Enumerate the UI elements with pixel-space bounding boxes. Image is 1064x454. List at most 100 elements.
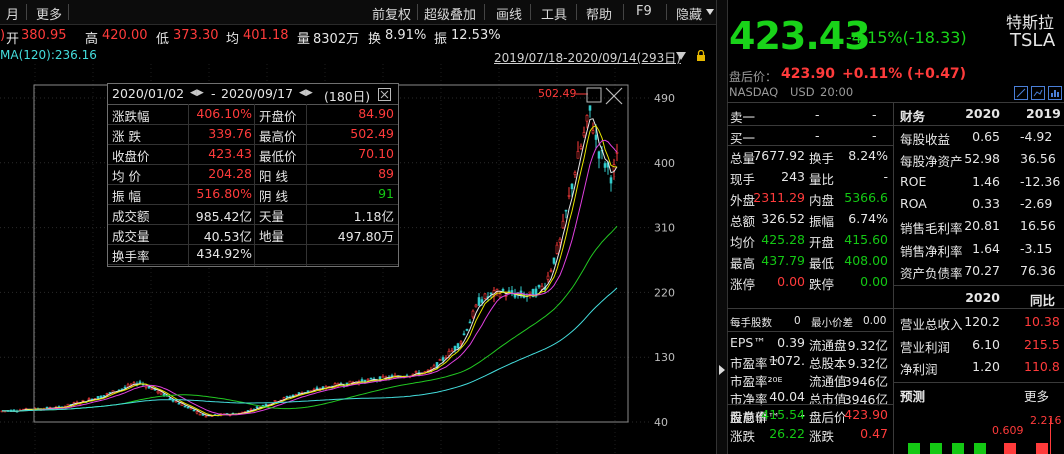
finance-label: 每股净资产 [900,154,963,170]
finance2-label: 净利润 [900,362,938,377]
dropdown-arrow-icon[interactable] [676,52,686,60]
fund-label: 市盈率²⁰ᴱ [730,374,783,389]
y-tick-label: 310 [654,222,675,235]
stat-label: 换手 [809,151,835,166]
popup-label: 最低价 [259,149,297,164]
menu-help[interactable]: 帮助 [586,4,612,23]
divider [727,145,893,146]
turnover-value: 8.91% [385,28,427,43]
lock-icon[interactable] [695,50,707,62]
low-label: 低 [156,32,170,47]
maximize-icon[interactable] [586,87,602,103]
candle-body [87,398,91,401]
candle-body [96,396,100,399]
menu-overlay[interactable]: 超级叠加 [424,4,476,23]
menu-hide[interactable]: 隐藏 [676,4,702,23]
turnover-label: 换 [368,32,382,47]
candle-body [159,391,163,395]
fund-label: 流通值 [809,374,847,389]
finance2-label: 营业利润 [900,339,951,355]
candle-body [249,408,253,411]
buy-one-volume: - [872,128,877,143]
stat-value: 408.00 [844,253,888,268]
prepost-value: 0.47 [860,426,888,441]
popup-label: 天量 [259,209,285,224]
chart-icon[interactable] [1048,86,1062,100]
candle-body [588,105,592,111]
finance-label: 销售净利率 [900,243,963,259]
candle-body [453,345,457,351]
candle-body [468,321,472,324]
stat-label: 振幅 [809,214,835,229]
close-icon[interactable] [605,87,623,105]
finance-label: 每股收益 [900,132,951,147]
ma120-label: MA(120):236.16 [0,48,97,62]
prepost-label: 盘后价 [809,410,847,425]
divider [188,104,189,266]
after-hours-price: 423.90 [781,66,836,82]
candle-body [480,299,484,303]
date-to-stepper-icon[interactable]: ◀▶ [299,88,313,98]
candle-body [489,292,493,295]
candle-body [390,375,394,377]
popup-value: 985.42亿 [195,209,252,224]
candle-body [369,377,373,380]
candle-body [477,297,481,306]
edit-icon[interactable] [1014,86,1028,100]
candle-body [138,381,142,384]
prepost-label: 涨跌 [730,429,756,444]
y-tick-label: 130 [654,351,675,364]
price-change: -4.15%(-18.33) [846,28,967,47]
finance-value-2019: -4.92 [1020,129,1053,144]
chevron-down-icon[interactable] [706,9,714,15]
collapse-arrow-icon[interactable] [718,365,726,375]
candle-body [168,397,172,400]
candle-body [498,293,502,298]
candle-body [285,396,289,398]
after-hours-label: 盘后价： [729,70,778,84]
popup-label: 开盘价 [259,109,297,124]
stat-label: 最高 [730,256,756,271]
candle-body [573,172,577,175]
forecast-marker [1050,418,1051,454]
finance-label: 资产负债率 [900,265,963,281]
y-tick-label: 40 [654,416,668,429]
date-from[interactable]: 2020/01/02 [112,86,184,101]
finance-value-2019: 36.56 [1020,151,1056,167]
open-value: 380.95 [21,28,67,43]
candle-body [366,379,370,381]
popup-value: 406.10% [196,106,252,121]
candle-body [315,387,319,390]
date-to[interactable]: 2020/09/17 [221,86,293,101]
compare-icon[interactable] [1031,86,1045,100]
more-link[interactable]: 更多 [1024,386,1049,405]
candle-body [198,413,202,416]
forecast-bar [908,443,920,454]
menu-draw[interactable]: 画线 [496,4,522,23]
popup-row: 涨跌幅 406.10% 开盘价 84.90 [108,104,398,125]
y-tick-label: 220 [654,286,675,299]
menu-f9[interactable]: F9 [636,4,652,19]
prepost-value: 415.54 [761,407,805,422]
finance2-col-2020: 2020 [965,290,1000,305]
y-tick-label: 490 [654,92,675,105]
popup-row: 成交额 985.42亿 天量 1.18亿 [108,204,398,225]
menu-fuquan[interactable]: 前复权 [372,4,411,23]
more-button[interactable]: 更多 [36,4,62,23]
popup-close-icon[interactable] [378,88,391,101]
date-from-stepper-icon[interactable]: ◀▶ [190,88,204,98]
divider [484,4,485,20]
candle-body [585,115,589,122]
divider [727,102,1064,103]
exchange: NASDAQ [729,85,779,99]
popup-label: 均 价 [112,169,141,184]
fund-label: 流通盘 [809,338,847,353]
finance-label: 销售毛利率 [900,221,963,237]
prepost-label: 涨跌 [809,429,835,444]
menu-tools[interactable]: 工具 [541,4,567,23]
period-month-button[interactable]: 月 [6,4,19,23]
popup-label: 地量 [259,229,285,244]
popup-header: 2020/01/02 ◀▶ - 2020/09/17 ◀▶ (180日) [108,84,398,105]
popup-row: 振 幅 516.80% 阴 线 91 [108,184,398,205]
finance-value-2020: 20.81 [964,218,1000,234]
